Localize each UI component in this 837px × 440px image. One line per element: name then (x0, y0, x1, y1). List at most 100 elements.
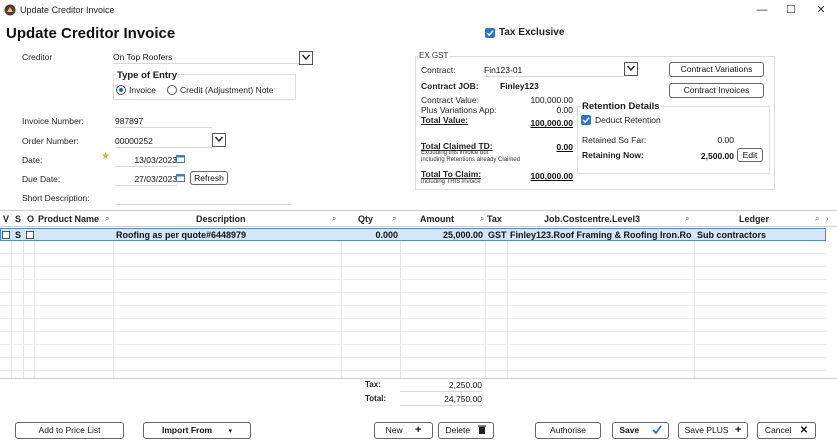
table-row[interactable]: S Roofing as per quote#6448979 0.000 25,… (0, 228, 826, 241)
trash-icon (478, 425, 487, 434)
contract-variations-button[interactable]: Contract Variations (669, 62, 764, 77)
authorise-button[interactable]: Authorise (535, 422, 601, 439)
plus-icon: + (734, 424, 742, 436)
column-header-ledger[interactable]: Ledger (739, 214, 769, 224)
column-header-qty[interactable]: Qty (358, 214, 373, 224)
chevron-down-icon (215, 136, 223, 142)
row-description-cell[interactable]: Roofing as per quote#6448979 (116, 230, 340, 240)
search-icon[interactable]: ⌕ (480, 214, 484, 224)
cancel-button[interactable]: Cancel ✕ (757, 422, 816, 439)
save-button[interactable]: Save (612, 422, 669, 439)
due-date-field[interactable]: 27/03/2023 (115, 174, 177, 186)
chevron-right-icon[interactable]: › (826, 214, 829, 223)
invoice-radio[interactable] (116, 85, 126, 95)
total-claimed-amount: 0.00 (556, 142, 573, 152)
date-label: Date: (22, 155, 43, 165)
column-header-amount[interactable]: Amount (420, 214, 454, 224)
contract-value-label: Contract Value: (421, 95, 479, 105)
deduct-retention-checkbox[interactable] (581, 115, 591, 125)
checkmark-icon (651, 425, 662, 435)
grid-bottom-border (0, 378, 837, 379)
column-header-job[interactable]: Job.Costcentre.Level3 (544, 214, 640, 224)
short-description-field[interactable] (115, 193, 291, 205)
contract-value-amount: 100,000.00 (530, 95, 573, 105)
total-to-claim-amount: 100,000.00 (530, 171, 573, 181)
contract-dropdown-button[interactable] (624, 62, 638, 76)
window-titlebar: Update Creditor Invoice — ☐ ✕ (0, 0, 837, 20)
total-value-label: Total Value: (421, 115, 469, 125)
row-s-cell[interactable]: S (15, 230, 21, 240)
order-number-label: Order Number: (22, 136, 79, 146)
save-plus-label: Save PLUS (684, 425, 729, 435)
star-icon: ★ (101, 151, 110, 162)
grid-row-divider (0, 266, 826, 267)
tax-exclusive-checkbox[interactable] (485, 28, 495, 38)
maximize-button[interactable]: ☐ (781, 3, 801, 17)
calendar-icon[interactable] (176, 173, 185, 182)
calendar-icon[interactable] (176, 154, 185, 163)
grid-row-divider (0, 370, 826, 371)
column-header-tax[interactable]: Tax (487, 214, 502, 224)
column-header-description[interactable]: Description (196, 214, 246, 224)
column-header-o[interactable]: O (27, 214, 34, 224)
delete-label: Delete (445, 425, 471, 435)
row-ledger-cell[interactable]: Sub contractors (697, 230, 825, 240)
refresh-button[interactable]: Refresh (190, 171, 228, 185)
invoice-radio-label: Invoice (129, 85, 156, 95)
grid-row-divider (0, 344, 826, 345)
column-header-product-name[interactable]: Product Name (38, 214, 99, 224)
search-icon[interactable]: ⌕ (815, 214, 819, 224)
import-from-button[interactable]: Import From ▾ (143, 422, 251, 439)
search-icon[interactable]: ⌕ (105, 214, 109, 224)
grid-column-divider (341, 228, 342, 378)
total-to-claim-note: Including THIS invoice (421, 179, 481, 185)
search-icon[interactable]: ⌕ (392, 214, 396, 224)
grid-column-divider (507, 228, 508, 378)
grid-row-divider (0, 279, 826, 280)
contract-job-label: Contract JOB: (421, 81, 479, 91)
order-number-field[interactable]: 00000252 (115, 136, 212, 148)
tax-exclusive-label: Tax Exclusive (499, 27, 565, 38)
new-button[interactable]: New + (374, 422, 433, 439)
save-plus-button[interactable]: Save PLUS + (678, 422, 748, 439)
grid-column-divider (34, 228, 35, 378)
row-qty-cell[interactable]: 0.000 (344, 230, 398, 240)
grand-total-value: 24,750.00 (400, 394, 482, 406)
creditor-dropdown-button[interactable] (299, 51, 313, 65)
contract-invoices-button[interactable]: Contract Invoices (669, 83, 764, 98)
date-field[interactable]: 13/03/2023 (115, 155, 177, 167)
delete-button[interactable]: Delete (438, 422, 494, 439)
credit-note-radio[interactable] (167, 85, 177, 95)
import-from-label: Import From (162, 425, 213, 435)
grid-column-divider (400, 228, 401, 378)
contract-field[interactable]: Fin123-01 (484, 65, 624, 77)
grid-column-divider (694, 228, 695, 378)
row-job-cell[interactable]: Finley123.Roof Framing & Roofing Iron.Ro (510, 230, 694, 240)
grid-row-divider (0, 318, 826, 319)
chevron-down-icon (302, 54, 310, 60)
invoice-number-field[interactable]: 987897 (115, 116, 212, 128)
row-amount-cell[interactable]: 25,000.00 (403, 230, 483, 240)
column-header-s[interactable]: S (15, 214, 21, 224)
search-icon[interactable]: ⌕ (685, 214, 689, 224)
row-v-checkbox[interactable] (2, 231, 10, 239)
retaining-now-value[interactable]: 2,500.00 (660, 151, 734, 161)
grid-header: V S O Product Name ⌕ Description ⌕ Qty ⌕… (0, 210, 837, 227)
edit-retention-button[interactable]: Edit (737, 148, 763, 162)
creditor-label: Creditor (22, 52, 53, 62)
row-o-checkbox[interactable] (26, 231, 34, 239)
type-of-entry-heading: Type of Entry (116, 70, 178, 81)
order-number-dropdown-button[interactable] (212, 133, 226, 147)
close-window-button[interactable]: ✕ (811, 3, 831, 17)
creditor-field[interactable]: On Top Roofers (113, 52, 299, 64)
row-tax-cell[interactable]: GST (488, 230, 508, 240)
new-label: New (385, 425, 403, 435)
search-icon[interactable]: ⌕ (332, 214, 336, 224)
total-value-amount: 100,000.00 (530, 118, 573, 128)
grid-column-divider (11, 228, 12, 378)
app-logo-icon (4, 4, 16, 16)
grid-row-divider (0, 292, 826, 293)
minimize-button[interactable]: — (752, 3, 772, 17)
add-to-price-list-button[interactable]: Add to Price List (15, 422, 124, 439)
column-header-v[interactable]: V (3, 214, 9, 224)
